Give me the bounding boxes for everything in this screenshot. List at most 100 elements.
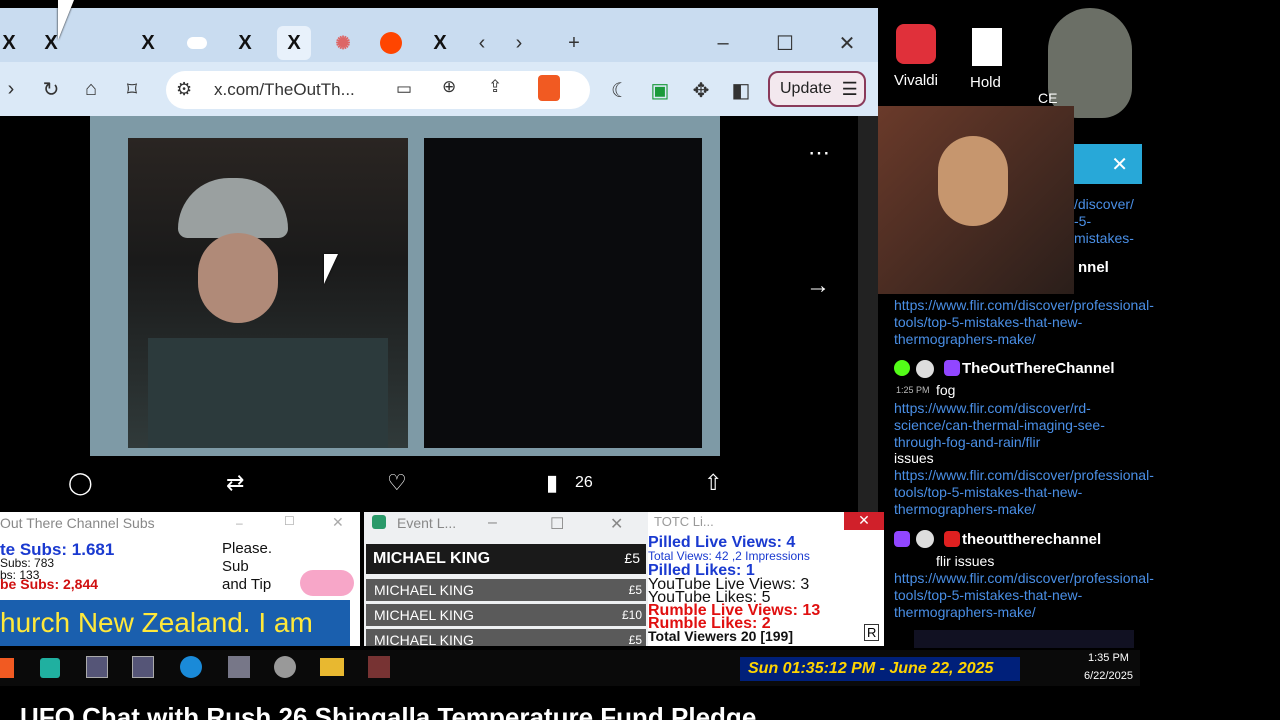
chat-name: TheOutThereChannel: [962, 360, 1115, 377]
folder-icon[interactable]: [320, 658, 344, 676]
event-row: MICHAEL KING £10: [366, 604, 646, 626]
brave-shield-icon[interactable]: [538, 75, 560, 101]
site-settings-icon[interactable]: ⚙: [176, 79, 192, 100]
back-chevron-icon[interactable]: ‹: [467, 28, 497, 58]
reload-icon[interactable]: ↻: [36, 74, 66, 104]
tab-bar: X X X X X ✺ X ‹ › + – ☐ ✕: [0, 8, 878, 62]
chat-link-cut[interactable]: /discover/pro-5-mistakes-aphers-make/: [1074, 196, 1134, 246]
badge-icon: [916, 360, 934, 378]
event-name: MICHAEL KING: [373, 550, 491, 567]
next-arrow-icon[interactable]: →: [806, 272, 830, 300]
sidebar-icon[interactable]: ◧: [726, 75, 756, 105]
tab-x-1[interactable]: X: [0, 26, 26, 60]
tab-gear[interactable]: ✺: [326, 26, 360, 60]
views-icon[interactable]: ▮: [546, 470, 558, 496]
minimize-icon[interactable]: –: [236, 516, 243, 530]
chat-message: issues: [894, 450, 934, 466]
tab-x-active[interactable]: X: [277, 26, 311, 60]
file-icon[interactable]: [972, 28, 1002, 66]
close-window-icon[interactable]: ✕: [832, 28, 862, 58]
reply-icon[interactable]: ◯: [68, 470, 93, 496]
maximize-icon[interactable]: ☐: [284, 514, 295, 528]
datetime-banner: Sun 01:35:12 PM - June 22, 2025: [740, 657, 1020, 681]
stream-overlay: Vivaldi Hold CE ✕ /discover/pro-5-mistak…: [878, 0, 1154, 650]
close-icon[interactable]: ✕: [610, 514, 623, 534]
vivaldi-icon[interactable]: [896, 24, 936, 64]
share-icon[interactable]: ⇪: [488, 77, 502, 97]
app-icon: [372, 515, 386, 529]
kick-icon: [894, 360, 910, 376]
minimize-icon[interactable]: –: [488, 514, 497, 532]
bookmark-icon[interactable]: ⌑: [117, 74, 147, 104]
address-bar[interactable]: ⚙ x.com/TheOutTh... ▭ ⊕ ⇪: [166, 71, 590, 109]
close-icon[interactable]: ✕: [1111, 152, 1128, 177]
zoom-icon[interactable]: ⊕: [442, 77, 456, 97]
chat-link[interactable]: https://www.flir.com/discover/profession…: [894, 467, 1154, 518]
like-icon[interactable]: ♡: [387, 470, 407, 496]
edge-icon[interactable]: [180, 656, 202, 678]
maximize-icon[interactable]: ☐: [770, 28, 800, 58]
app-icon[interactable]: [86, 656, 108, 678]
twitch-icon: [944, 360, 960, 376]
app-icon[interactable]: [228, 656, 250, 678]
event-row: MICHAEL KING £5: [366, 579, 646, 601]
app-icon[interactable]: [40, 658, 60, 678]
install-app-icon[interactable]: ▭: [396, 79, 412, 99]
close-icon[interactable]: ✕: [332, 514, 344, 531]
chat-popup-header: ✕: [1074, 144, 1142, 184]
scrollbar[interactable]: [858, 116, 878, 512]
new-tab-icon[interactable]: +: [559, 28, 589, 58]
repost-icon[interactable]: ⇄: [226, 470, 244, 496]
post-image-dark[interactable]: [424, 138, 702, 448]
subs-widget: Out There Channel Subs – ☐ ✕ te Subs: 1.…: [0, 512, 360, 646]
clock-time[interactable]: 1:35 PM: [1088, 652, 1129, 664]
url-text: x.com/TheOutTh...: [214, 80, 355, 99]
maximize-icon[interactable]: ☐: [550, 514, 564, 534]
subs-title: Out There Channel Subs: [0, 515, 155, 531]
dark-mode-icon[interactable]: ☾: [605, 75, 635, 105]
extensions-icon[interactable]: ✥: [686, 75, 716, 105]
totc-title: TOTC Li...: [654, 514, 714, 529]
chat-name: theouttherechannel: [962, 531, 1102, 548]
forward-icon[interactable]: ›: [0, 74, 26, 104]
taskbar: Sun 01:35:12 PM - June 22, 2025 1:35 PM …: [0, 650, 1140, 686]
reddit-icon: [380, 32, 402, 54]
tab-reddit[interactable]: [374, 26, 408, 60]
event-row: MICHAEL KING £5: [366, 629, 646, 646]
update-button[interactable]: Update ☰: [768, 71, 866, 107]
alien-avatar: [1048, 8, 1132, 118]
post-image-person[interactable]: [128, 138, 408, 448]
tab-x-5[interactable]: X: [423, 26, 457, 60]
alien-icon[interactable]: [274, 656, 296, 678]
chat-link[interactable]: https://www.flir.com/discover/profession…: [894, 570, 1154, 621]
datetime-banner-text: Sun 01:35:12 PM - June 22, 2025: [748, 660, 994, 677]
video-title: UFO Chat with Rush 26 Shingalla Temperat…: [20, 704, 786, 720]
chat-link[interactable]: https://www.flir.com/discover/profession…: [894, 297, 1154, 348]
tab-x-3[interactable]: X: [131, 26, 165, 60]
chat-link[interactable]: https://www.flir.com/discover/rd-science…: [894, 400, 1134, 451]
twitch-icon: [894, 531, 910, 547]
more-options-icon[interactable]: ⋯: [808, 140, 830, 166]
app-icon[interactable]: [368, 656, 390, 678]
extension-green-icon[interactable]: ▣: [645, 75, 675, 105]
tab-x-4[interactable]: X: [228, 26, 262, 60]
tab-cloud[interactable]: [180, 26, 214, 60]
face-shape: [198, 233, 278, 323]
chat-name-partial: nnel: [1078, 259, 1109, 276]
share-post-icon[interactable]: ⇧: [704, 470, 722, 496]
close-icon[interactable]: ✕: [844, 512, 884, 530]
brave-icon[interactable]: [0, 658, 14, 678]
r-badge: R: [864, 624, 880, 641]
totc-live-widget: TOTC Li... ✕ Pilled Live Views: 4 Total …: [648, 512, 884, 646]
home-icon[interactable]: ⌂: [76, 74, 106, 104]
app-icon[interactable]: [132, 656, 154, 678]
clock-date[interactable]: 6/22/2025: [1084, 670, 1133, 682]
event-title: Event L...: [397, 515, 457, 531]
badge-icon: [916, 530, 934, 548]
forward-chevron-icon[interactable]: ›: [504, 28, 534, 58]
ce-label: CE: [1038, 90, 1058, 106]
cursor-icon: [58, 0, 74, 40]
tray-icons[interactable]: [914, 630, 1134, 648]
minimize-icon[interactable]: –: [708, 28, 738, 58]
cursor-icon: [324, 254, 338, 284]
